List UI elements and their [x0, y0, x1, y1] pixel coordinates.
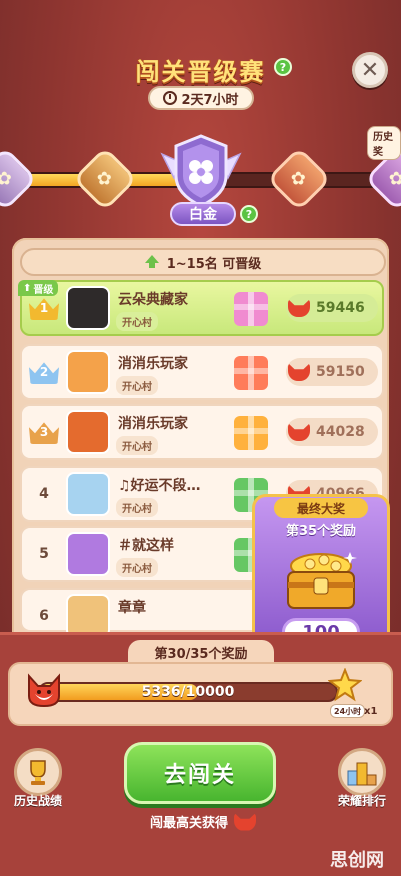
next-rank-badge: ✿: [266, 146, 332, 212]
rank-number-text: 4: [39, 486, 49, 502]
rank-number: 6: [28, 602, 60, 630]
player-village: 开心村: [116, 558, 158, 577]
crown-icon: 1: [29, 298, 59, 320]
platinum-rank-badge: [160, 134, 242, 208]
current-rank-label: 白金: [170, 202, 236, 226]
player-name: 消消乐玩家: [118, 356, 188, 372]
history-rewards-tab[interactable]: 历史奖: [367, 126, 401, 160]
avatar: [66, 532, 110, 576]
rank-number: 3: [28, 418, 60, 446]
crown-icon: 3: [29, 422, 59, 444]
promotion-tag-text: 晋级: [33, 284, 54, 296]
player-name: 云朵典藏家: [118, 292, 188, 308]
avatar: [66, 350, 110, 394]
next-rank-emblem-icon: ✿: [291, 168, 307, 190]
prev-rank-badge: ✿: [0, 146, 38, 212]
bronze-rank-badge: ✿: [72, 146, 138, 212]
player-village: 开心村: [116, 436, 158, 455]
bronze-rank-emblem-icon: ✿: [97, 168, 113, 190]
history-record-label: 历史战绩: [14, 794, 63, 808]
close-button[interactable]: ✕: [352, 52, 388, 88]
avatar: [66, 286, 110, 330]
player-name: 章章: [118, 600, 146, 616]
avatar: [66, 410, 110, 454]
player-village: 开心村: [116, 312, 158, 331]
score-box: 59446: [286, 294, 378, 322]
hint-text: 闯最高关获得: [150, 816, 229, 831]
time-limit-tag: 24小时: [330, 704, 366, 718]
score-value: 44028: [316, 424, 365, 440]
start-level-hint: 闯最高关获得: [150, 812, 257, 831]
fox-reward-icon: [234, 812, 257, 831]
rank-number: 1: [28, 294, 60, 322]
rank-number: 4: [28, 480, 60, 508]
top-rank-emblem-icon: ✿: [389, 168, 401, 190]
rank-number-text: 5: [39, 546, 49, 562]
fox-score-icon: [288, 423, 310, 441]
fox-score-icon: [288, 299, 310, 317]
table-row[interactable]: 2 消消乐玩家开心村 59150: [20, 344, 384, 400]
player-name: 消消乐玩家: [118, 416, 188, 432]
honor-ranking-label: 荣耀排行: [338, 794, 387, 808]
promotion-tag: ⬆ 晋级: [18, 280, 59, 296]
title-help-icon[interactable]: ?: [274, 58, 292, 76]
start-level-button[interactable]: 去闯关: [124, 742, 276, 804]
gift-box-icon[interactable]: [234, 292, 268, 326]
page-title-text: 闯关晋级赛: [135, 58, 266, 86]
honor-ranking-button[interactable]: [338, 748, 386, 796]
trophy-icon: [30, 760, 46, 785]
player-name: ＃就这样: [118, 538, 174, 554]
treasure-chest-icon: [287, 552, 357, 609]
crown-icon: 2: [29, 362, 59, 384]
fox-score-icon: [288, 363, 310, 381]
score-value: 59446: [316, 300, 365, 316]
tag-up-arrow-icon: ⬆: [23, 282, 32, 294]
final-reward-subtitle: 第35个奖励: [285, 524, 357, 539]
up-arrow-icon: [144, 255, 159, 268]
promotion-banner-text: 1~15名 可晋级: [166, 256, 262, 272]
gift-box-icon[interactable]: [234, 356, 268, 390]
promotion-banner: 1~15名 可晋级: [20, 248, 386, 276]
table-row[interactable]: 3 消消乐玩家开心村 44028: [20, 404, 384, 460]
player-village: 开心村: [116, 376, 158, 395]
podium-icon: [347, 762, 377, 786]
avatar: [66, 472, 110, 516]
page-title: 闯关晋级赛: [0, 52, 401, 87]
star-reward-icon: [328, 668, 362, 702]
table-row[interactable]: 1 云朵典藏家开心村 59446: [20, 280, 384, 336]
countdown-timer: 2天7小时: [148, 86, 254, 110]
clock-icon: [163, 91, 178, 105]
fox-icon: [28, 673, 60, 708]
reward-progress-title: 第30/35个奖励: [128, 640, 274, 664]
gift-box-icon[interactable]: [234, 416, 268, 450]
history-record-button[interactable]: [14, 748, 62, 796]
watermark: 思创网: [330, 850, 384, 871]
final-reward-title: 最终大奖: [274, 498, 368, 518]
score-box: 44028: [286, 418, 378, 446]
rank-help-icon[interactable]: ?: [240, 205, 258, 223]
score-value: 59150: [316, 364, 365, 380]
rank-number: 2: [28, 358, 60, 386]
rank-number-text: 6: [39, 608, 49, 624]
timer-text: 2天7小时: [181, 92, 239, 108]
prev-rank-emblem-icon: ✿: [0, 168, 13, 190]
player-village: 开心村: [116, 498, 158, 517]
progress-text: 5336/10000: [141, 684, 235, 700]
reward-multiplier: x1: [364, 706, 378, 717]
player-name: ♫好运不段…: [118, 478, 201, 494]
close-icon: ✕: [360, 57, 380, 83]
rank-number: 5: [28, 540, 60, 568]
score-box: 59150: [286, 358, 378, 386]
